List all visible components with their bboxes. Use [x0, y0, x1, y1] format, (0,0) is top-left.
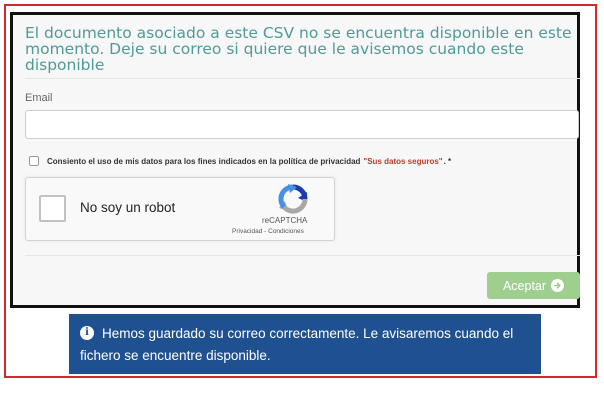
consent-suffix: . *	[443, 156, 452, 166]
panel-title: El documento asociado a este CSV no se e…	[25, 24, 572, 74]
recaptcha-terms-link[interactable]: Privacidad - Condiciones	[232, 228, 304, 235]
accept-label: Aceptar	[502, 278, 547, 293]
email-field[interactable]	[25, 110, 579, 139]
recaptcha-brand: reCAPTCHA	[262, 216, 308, 225]
divider	[25, 78, 581, 79]
recaptcha-widget: No soy un robot reCAPTCHA Privacidad - C…	[25, 177, 335, 241]
notice-text: Hemos guardado su correo correctamente. …	[80, 326, 514, 363]
accept-button[interactable]: Aceptar	[487, 272, 580, 299]
arrow-circle-right-icon	[551, 279, 565, 292]
recaptcha-checkbox[interactable]	[39, 195, 66, 222]
consent-row: Consiento el uso de mis datos para los f…	[29, 156, 451, 166]
notify-form-panel: El documento asociado a este CSV no se e…	[10, 12, 581, 308]
success-notice: i Hemos guardado su correo correctamente…	[69, 314, 541, 374]
email-label: Email	[25, 92, 53, 104]
consent-text: Consiento el uso de mis datos para los f…	[47, 156, 361, 166]
privacy-policy-link[interactable]: "Sus datos seguros"	[363, 157, 442, 166]
recaptcha-label: No soy un robot	[80, 200, 176, 215]
recaptcha-logo-icon	[278, 184, 308, 214]
divider	[25, 255, 581, 256]
consent-checkbox[interactable]	[29, 156, 39, 166]
